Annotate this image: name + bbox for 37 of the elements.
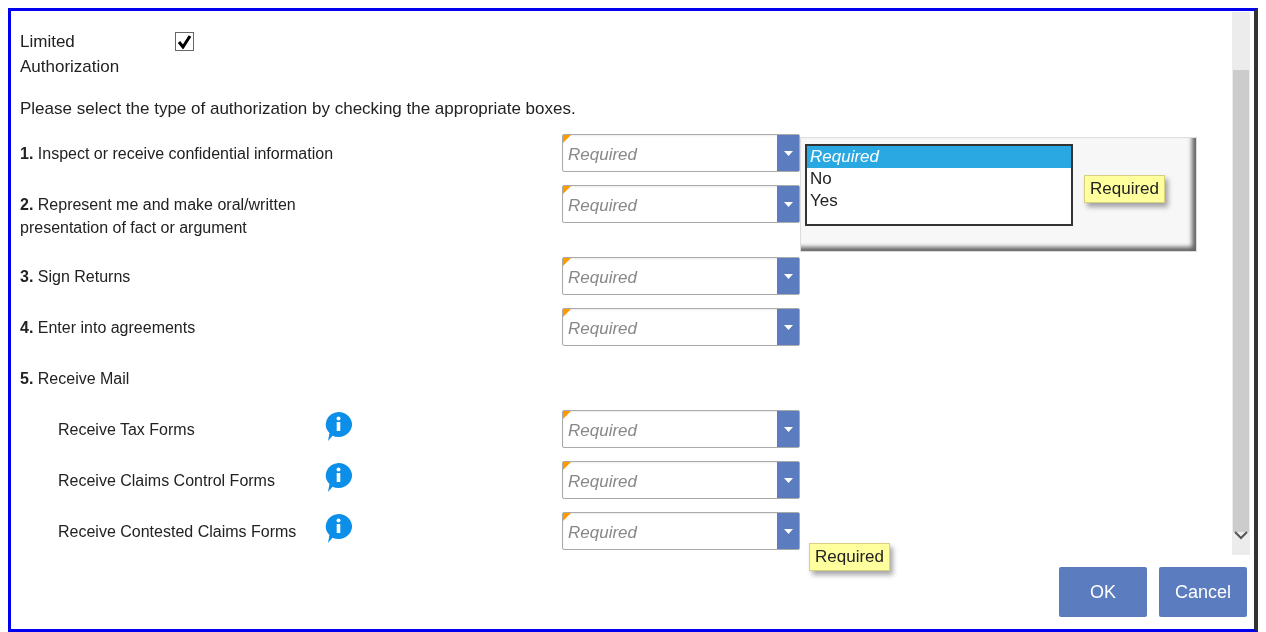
- dropdown-field[interactable]: Required: [562, 410, 800, 448]
- caret-down-icon: [783, 477, 793, 483]
- caret-down-icon: [783, 150, 793, 156]
- instruction-text: Please select the type of authorization by checking the appropriate boxes.: [20, 98, 577, 120]
- checkbox[interactable]: [175, 32, 194, 51]
- question-label: Receive Contested Claims Forms: [57, 522, 298, 542]
- dropdown-option[interactable]: Required: [807, 146, 1071, 168]
- question-label: 4. Enter into agreements: [20, 318, 197, 338]
- tooltip: Required: [1084, 175, 1165, 203]
- question-label: 1. Inspect or receive confidential information: [20, 144, 335, 164]
- question-label: 5. Receive Mail: [20, 369, 131, 389]
- dropdown-field[interactable]: Required: [562, 185, 800, 223]
- question-label: 2. Represent me and make oral/written presentation of fact or argument: [20, 195, 297, 238]
- ok-button[interactable]: OK: [1059, 567, 1147, 617]
- caret-down-icon: [783, 324, 793, 330]
- question-label: 3. Sign Returns: [20, 267, 132, 287]
- dropdown-list[interactable]: Required No Yes: [805, 144, 1073, 226]
- chevron-down-icon[interactable]: [1234, 530, 1248, 540]
- dropdown-field[interactable]: Required: [562, 461, 800, 499]
- question-label: Receive Tax Forms: [57, 420, 196, 440]
- authorization-label: Limited Authorization: [20, 31, 121, 78]
- info-icon[interactable]: [324, 462, 353, 493]
- dropdown-field[interactable]: Required: [562, 308, 800, 346]
- tooltip: Required: [809, 543, 890, 571]
- dropdown-option[interactable]: No: [807, 168, 1071, 190]
- scrollbar[interactable]: [1232, 12, 1250, 555]
- dropdown-field[interactable]: Required: [562, 134, 800, 172]
- caret-down-icon: [783, 426, 793, 432]
- dropdown-field[interactable]: Required: [562, 257, 800, 295]
- caret-down-icon: [783, 273, 793, 279]
- dropdown-option[interactable]: Yes: [807, 190, 1071, 212]
- caret-down-icon: [783, 528, 793, 534]
- cancel-button[interactable]: Cancel: [1159, 567, 1247, 617]
- caret-down-icon: [783, 201, 793, 207]
- info-icon[interactable]: [324, 411, 353, 442]
- question-label: Receive Claims Control Forms: [57, 471, 276, 491]
- info-icon[interactable]: [324, 513, 353, 544]
